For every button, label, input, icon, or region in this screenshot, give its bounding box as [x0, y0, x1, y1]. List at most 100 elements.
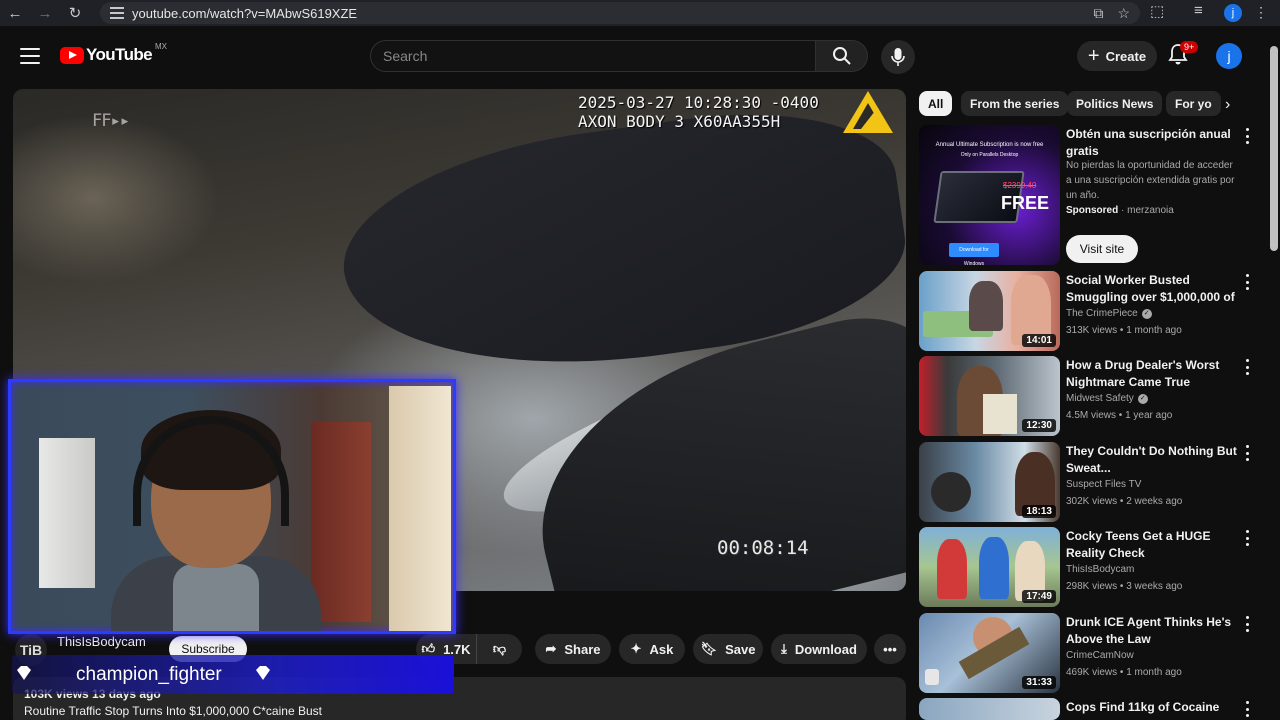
video-title[interactable]: Social Worker Busted Smuggling over $1,0…: [1066, 272, 1241, 306]
youtube-logo[interactable]: YouTube MX: [60, 41, 167, 65]
video-thumbnail[interactable]: [919, 698, 1060, 720]
ad-thumb-sub: Only on Parallels Desktop: [960, 152, 1019, 158]
voice-search-button[interactable]: [881, 40, 915, 74]
channel-line: CrimeCamNow: [1066, 650, 1134, 661]
ad-thumb-free: FREE: [1001, 193, 1050, 213]
video-stats: 313K views • 1 month ago: [1066, 325, 1182, 336]
video-title[interactable]: How a Drug Dealer's Worst Nightmare Came…: [1066, 357, 1241, 391]
channel-name[interactable]: The CrimePiece: [1066, 308, 1138, 319]
ask-button[interactable]: ✦ Ask: [619, 634, 685, 664]
bodycam-timestamp: 2025-03-27 10:28:30 -0400 AXON BODY 3 X6…: [578, 93, 819, 131]
ad-title[interactable]: Obtén una suscripción anual gratis: [1066, 126, 1241, 160]
sponsored-ad[interactable]: Annual Ultimate Subscription is now free…: [919, 125, 1264, 265]
ad-description: No pierdas la oportunidad de acceder a u…: [1066, 160, 1235, 201]
more-vertical-icon[interactable]: [1243, 359, 1251, 375]
thumbs-down-icon: 👎︎: [492, 641, 507, 656]
video-title[interactable]: Drunk ICE Agent Thinks He's Above the La…: [1066, 614, 1241, 648]
page-scrollbar[interactable]: [1270, 46, 1278, 251]
search-input[interactable]: Search: [370, 40, 816, 72]
video-title[interactable]: Cops Find 11kg of Cocaine: [1066, 699, 1241, 716]
search-button[interactable]: [816, 40, 868, 72]
video-duration: 14:01: [1022, 334, 1056, 347]
channel-name[interactable]: Midwest Safety: [1066, 393, 1134, 404]
bookmark-star-icon[interactable]: ☆: [1117, 5, 1130, 22]
install-app-icon[interactable]: ⧉: [1093, 5, 1103, 22]
extensions-icon[interactable]: ⬚: [1150, 2, 1164, 20]
reload-icon[interactable]: ↻: [60, 0, 90, 26]
sponsored-label: Sponsored: [1066, 205, 1119, 216]
microphone-icon: [891, 48, 905, 66]
more-vertical-icon[interactable]: [1243, 616, 1251, 632]
chip-politics-news[interactable]: Politics News: [1067, 91, 1163, 116]
video-title[interactable]: Cocky Teens Get a HUGE Reality Check: [1066, 528, 1241, 562]
ad-thumbnail[interactable]: Annual Ultimate Subscription is now free…: [919, 125, 1060, 265]
channel-name[interactable]: ThisIsBodycam: [1066, 564, 1134, 575]
ask-label: Ask: [649, 641, 674, 657]
video-thumbnail[interactable]: 18:13: [919, 442, 1060, 522]
video-title[interactable]: They Couldn't Do Nothing But Sweat...: [1066, 443, 1241, 477]
recommendation-item[interactable]: Cops Find 11kg of Cocaine: [919, 698, 1264, 720]
browser-profile-avatar[interactable]: j: [1224, 4, 1242, 22]
thumb-person: [937, 539, 967, 599]
account-avatar[interactable]: j: [1216, 43, 1242, 69]
download-button[interactable]: ⤓ Download: [771, 634, 867, 664]
channel-line: ThisIsBodycam: [1066, 564, 1134, 575]
chip-from-the-series[interactable]: From the series: [961, 91, 1069, 116]
video-stats: 298K views • 3 weeks ago: [1066, 581, 1183, 592]
channel-name[interactable]: Suspect Files TV: [1066, 479, 1141, 490]
thumb-person: [969, 281, 1003, 331]
notifications-button[interactable]: 9+: [1168, 41, 1199, 69]
bodycam-datetime: 2025-03-27 10:28:30 -0400: [578, 93, 819, 112]
video-stats: 302K views • 2 weeks ago: [1066, 496, 1183, 507]
download-label: Download: [794, 641, 857, 657]
more-actions-button[interactable]: •••: [874, 634, 906, 664]
channel-name[interactable]: ThisIsBodycam: [57, 634, 146, 649]
video-stats: 469K views • 1 month ago: [1066, 667, 1182, 678]
verified-check-icon: ✓: [1141, 308, 1152, 319]
recommendation-item[interactable]: 12:30 How a Drug Dealer's Worst Nightmar…: [919, 356, 1264, 436]
video-duration: 31:33: [1022, 676, 1056, 689]
video-thumbnail[interactable]: 17:49: [919, 527, 1060, 607]
save-button[interactable]: 🔖︎ Save: [693, 634, 763, 664]
share-button[interactable]: ➦ Share: [535, 634, 611, 664]
chevron-right-icon[interactable]: ›: [1225, 96, 1230, 114]
more-vertical-icon[interactable]: [1243, 530, 1251, 546]
save-label: Save: [725, 641, 756, 657]
bodycam-elapsed-time: 00:08:14: [717, 537, 809, 559]
more-vertical-icon[interactable]: [1243, 445, 1251, 461]
dislike-button[interactable]: 👎︎: [476, 634, 522, 664]
guide-menu-icon[interactable]: [20, 48, 40, 64]
back-icon[interactable]: ←: [0, 0, 30, 26]
youtube-play-icon: [60, 46, 84, 64]
video-thumbnail[interactable]: 14:01: [919, 271, 1060, 351]
recommendation-item[interactable]: 18:13 They Couldn't Do Nothing But Sweat…: [919, 442, 1264, 522]
recommendation-item[interactable]: 31:33 Drunk ICE Agent Thinks He's Above …: [919, 613, 1264, 693]
recommendation-item[interactable]: 17:49 Cocky Teens Get a HUGE Reality Che…: [919, 527, 1264, 607]
streamer-username: champion_fighter: [76, 664, 222, 685]
browser-menu-icon[interactable]: ⋮: [1254, 4, 1268, 21]
diamond-icon: [256, 666, 270, 680]
video-duration: 17:49: [1022, 590, 1056, 603]
address-bar[interactable]: youtube.com/watch?v=MAbwS619XZE ⧉ ☆: [100, 2, 1140, 24]
bodycam-device-id: AXON BODY 3 X60AA355H: [578, 112, 781, 131]
visit-site-button[interactable]: Visit site: [1066, 235, 1138, 263]
channel-name[interactable]: CrimeCamNow: [1066, 650, 1134, 661]
share-arrow-icon: ➦: [545, 641, 557, 656]
site-settings-icon[interactable]: [110, 7, 124, 19]
sparkle-icon: ✦: [630, 641, 642, 656]
reading-list-icon[interactable]: ≡: [1194, 2, 1203, 19]
chip-all[interactable]: All: [919, 91, 953, 116]
more-vertical-icon[interactable]: [1243, 701, 1251, 717]
create-button[interactable]: + Create: [1077, 41, 1157, 71]
video-thumbnail[interactable]: 31:33: [919, 613, 1060, 693]
forward-icon[interactable]: →: [30, 0, 60, 26]
diamond-icon: [17, 666, 31, 680]
video-thumbnail[interactable]: 12:30: [919, 356, 1060, 436]
ad-more-icon[interactable]: [1243, 128, 1251, 144]
search-placeholder: Search: [383, 48, 428, 64]
more-vertical-icon[interactable]: [1243, 274, 1251, 290]
recommendation-item[interactable]: 14:01 Social Worker Busted Smuggling ove…: [919, 271, 1264, 351]
country-code: MX: [155, 41, 167, 51]
chip-for-you[interactable]: For yo: [1166, 91, 1221, 116]
url-text[interactable]: youtube.com/watch?v=MAbwS619XZE: [132, 6, 357, 21]
